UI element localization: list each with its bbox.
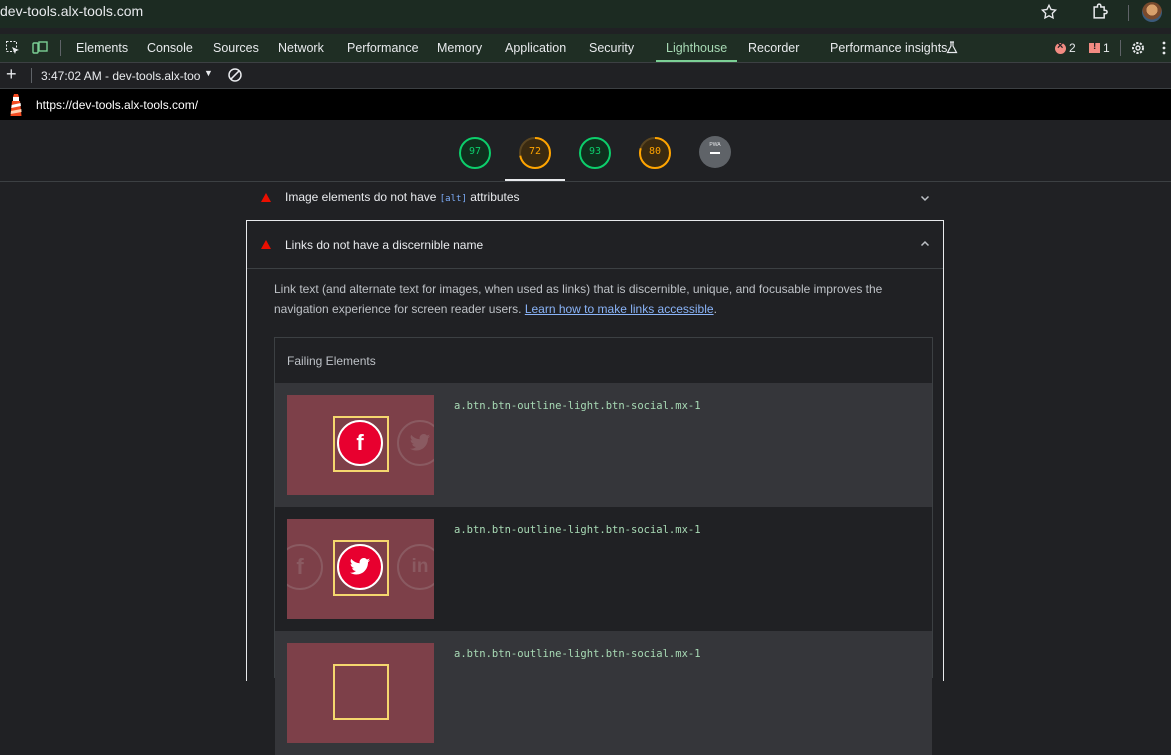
issues-badge[interactable]: 1 (1089, 41, 1110, 55)
audit-title: Links do not have a discernible name (285, 238, 484, 252)
pwa-label: PWA (709, 142, 721, 148)
toolbar-divider (1120, 40, 1121, 56)
tab-network[interactable]: Network (278, 41, 324, 55)
more-options-icon[interactable] (1162, 39, 1166, 57)
errors-count: 2 (1069, 41, 1076, 55)
highlight-box (333, 416, 389, 472)
failing-elements-table: Failing Elements f a.btn.btn-outline-lig… (274, 337, 933, 755)
address-bar[interactable]: dev-tools.alx-tools.com (0, 3, 143, 19)
highlight-box (333, 540, 389, 596)
devtools-tab-bar: Elements Console Sources Network Perform… (0, 34, 1171, 63)
active-tab-indicator (656, 60, 737, 62)
score-gauge-accessibility[interactable]: 72 (518, 136, 552, 170)
tab-memory[interactable]: Memory (437, 41, 482, 55)
settings-gear-icon[interactable] (1130, 40, 1146, 56)
audit-image-alt[interactable]: Image elements do not have [alt] attribu… (246, 182, 944, 220)
score-gauge-seo[interactable]: 80 (638, 136, 672, 170)
report-url[interactable]: https://dev-tools.alx-tools.com/ (36, 98, 198, 112)
fail-triangle-icon (261, 193, 271, 202)
tab-security[interactable]: Security (589, 41, 634, 55)
extensions-icon[interactable] (1090, 2, 1110, 22)
audit-description: Link text (and alternate text for images… (274, 282, 883, 316)
failing-elements-header: Failing Elements (287, 354, 376, 368)
chevron-down-icon[interactable] (920, 193, 930, 203)
active-score-indicator (505, 179, 565, 181)
score-value: 72 (528, 146, 542, 157)
toolbar-divider (31, 68, 32, 83)
audit-header[interactable]: Links do not have a discernible name (247, 221, 943, 269)
highlight-box (333, 664, 389, 720)
element-screenshot (287, 643, 434, 743)
pwa-dash (710, 152, 720, 154)
new-report-plus-icon[interactable]: + (6, 65, 17, 83)
learn-more-link[interactable]: Learn how to make links accessible (525, 302, 714, 316)
score-value: 93 (588, 146, 602, 157)
table-row[interactable]: f a.btn.btn-outline-light.btn-social.mx-… (275, 383, 932, 507)
toolbar-divider (1128, 5, 1129, 21)
tab-performance-insights[interactable]: Performance insights (830, 41, 947, 55)
lighthouse-toolbar: + 3:47:02 AM - dev-tools.alx-too ▼ (0, 63, 1171, 89)
errors-badge[interactable]: 2 (1055, 40, 1076, 55)
element-selector[interactable]: a.btn.btn-outline-light.btn-social.mx-1 (454, 524, 701, 536)
score-gauge-pwa[interactable]: PWA (699, 136, 731, 168)
browser-url-bar: dev-tools.alx-tools.com (0, 0, 1171, 28)
bookmark-star-icon[interactable] (1040, 3, 1058, 21)
report-url-header: https://dev-tools.alx-tools.com/ (0, 89, 1171, 120)
audit-title: Image elements do not have [alt] attribu… (285, 190, 520, 204)
experiment-flask-icon (946, 41, 958, 54)
twitter-icon (397, 420, 434, 466)
lighthouse-logo-icon (10, 94, 22, 116)
tab-recorder[interactable]: Recorder (748, 41, 799, 55)
tab-elements[interactable]: Elements (76, 41, 128, 55)
table-row[interactable]: f in a.btn.btn-outline-light.btn-social.… (275, 507, 932, 631)
error-icon (1055, 40, 1066, 54)
issue-icon (1089, 41, 1100, 53)
element-screenshot: f (287, 395, 434, 495)
tab-console[interactable]: Console (147, 41, 193, 55)
tab-lighthouse[interactable]: Lighthouse (666, 41, 727, 55)
chevron-up-icon[interactable] (920, 239, 930, 249)
element-selector[interactable]: a.btn.btn-outline-light.btn-social.mx-1 (454, 648, 701, 660)
tab-performance[interactable]: Performance (347, 41, 419, 55)
element-screenshot: f in (287, 519, 434, 619)
linkedin-icon: in (397, 544, 434, 590)
score-gauge-best-practices[interactable]: 93 (578, 136, 612, 170)
element-selector[interactable]: a.btn.btn-outline-light.btn-social.mx-1 (454, 400, 701, 412)
score-gauges: 97 72 93 80 PWA (0, 121, 1171, 182)
tab-application[interactable]: Application (505, 41, 566, 55)
issues-count: 1 (1103, 41, 1110, 55)
dropdown-caret-icon[interactable]: ▼ (204, 68, 213, 78)
table-row[interactable]: a.btn.btn-outline-light.btn-social.mx-1 (275, 631, 932, 755)
score-value: 97 (468, 146, 482, 157)
tab-sources[interactable]: Sources (213, 41, 259, 55)
score-gauge-performance[interactable]: 97 (458, 136, 492, 170)
tab-divider (60, 40, 61, 56)
audit-link-name: Links do not have a discernible name Lin… (246, 220, 944, 755)
device-toolbar-icon[interactable] (32, 40, 48, 56)
facebook-icon: f (287, 544, 323, 590)
clear-block-icon[interactable] (227, 67, 243, 83)
fail-triangle-icon (261, 240, 271, 249)
score-value: 80 (648, 146, 662, 157)
inspect-element-icon[interactable] (5, 40, 21, 56)
profile-avatar[interactable] (1142, 2, 1162, 22)
report-select[interactable]: 3:47:02 AM - dev-tools.alx-too (41, 69, 200, 83)
